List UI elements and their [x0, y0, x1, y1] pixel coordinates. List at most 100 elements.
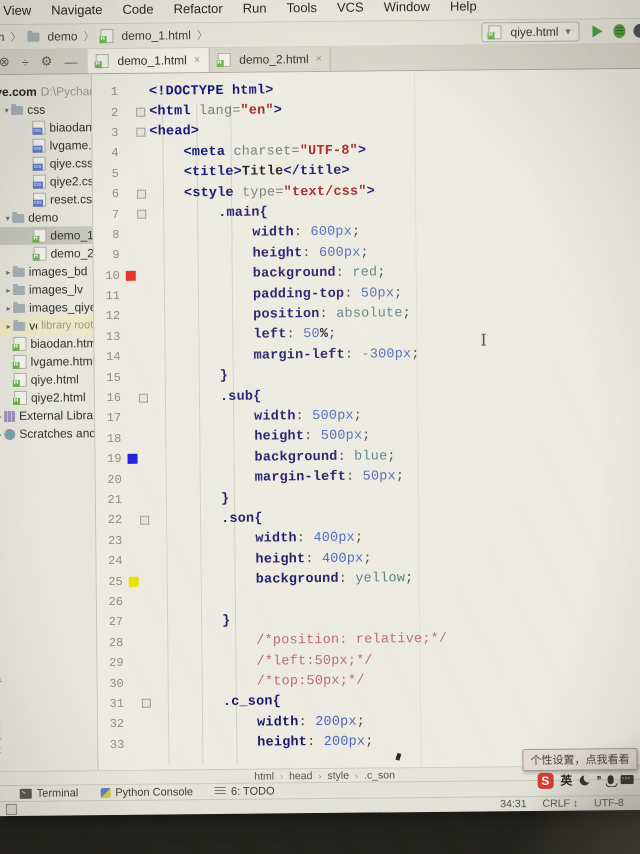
moon-icon[interactable]: [579, 774, 590, 786]
tree-item-demo-2-html[interactable]: demo_2.html: [0, 244, 93, 263]
tree-expand-arrow[interactable]: ▸: [4, 321, 13, 330]
fold-marker-cell[interactable]: [136, 128, 149, 138]
color-preview-swatch[interactable]: [126, 453, 138, 465]
folder-icon: [27, 32, 40, 42]
tab-close-icon[interactable]: ×: [194, 54, 201, 66]
tree-item-external-libraries[interactable]: ▸External Libraries: [0, 406, 94, 425]
tab-close-icon[interactable]: ×: [316, 52, 323, 64]
token-plain: ;: [360, 245, 369, 261]
token-tag: >: [273, 103, 283, 119]
code-editor[interactable]: 1 <!DOCTYPE html> 2 <html lang="en"> 3 <head>…: [91, 68, 640, 771]
menu-item-window[interactable]: Window: [375, 0, 439, 17]
menu-item-code[interactable]: Code: [113, 0, 162, 20]
punctuation-icon[interactable]: ’’: [596, 773, 600, 787]
menu-item-navigate[interactable]: Navigate: [42, 0, 112, 21]
microphone-icon[interactable]: [607, 775, 614, 785]
sogou-tooltip[interactable]: 个性设置，点我看看: [522, 747, 638, 772]
fold-marker-cell[interactable]: [137, 209, 150, 219]
menu-item-run[interactable]: Run: [234, 0, 276, 19]
divider-icon[interactable]: ÷: [22, 54, 29, 69]
tree-expand-arrow[interactable]: ▾: [2, 105, 11, 114]
menu-item-view[interactable]: View: [0, 0, 40, 21]
color-swatch-cell[interactable]: [124, 453, 139, 465]
editor-breadcrumb-head[interactable]: head: [289, 770, 312, 782]
line-number: 25: [108, 574, 123, 589]
tool-window-6-todo[interactable]: 6: TODO: [214, 785, 275, 798]
tree-item-scratches-and-consol[interactable]: ▸Scratches and Consol: [0, 424, 94, 443]
fold-marker-icon[interactable]: [136, 128, 146, 138]
tool-window-structure[interactable]: 7: Structure: [0, 697, 3, 755]
tree-item-reset-css[interactable]: reset.css: [0, 190, 92, 209]
breadcrumb-item-demo-1-html[interactable]: demo_1.html: [98, 27, 193, 44]
tree-item-qiye-html[interactable]: qiye.html: [0, 370, 94, 389]
tool-window-python-console[interactable]: Python Console: [100, 786, 193, 799]
editor-breadcrumb-style[interactable]: style: [327, 769, 349, 781]
tree-item-qiye-css[interactable]: qiye.css: [0, 154, 92, 173]
fold-marker-icon[interactable]: [141, 699, 151, 709]
fold-marker-cell[interactable]: [136, 107, 149, 117]
file-encoding[interactable]: UTF-8: [594, 797, 624, 809]
token-kw: yellow: [355, 571, 406, 587]
fold-marker-icon[interactable]: [140, 515, 150, 525]
menu-item-tools[interactable]: Tools: [277, 0, 326, 18]
tree-item-venv[interactable]: ▸ venv library root: [0, 316, 94, 336]
hide-panel-icon[interactable]: —: [64, 54, 77, 69]
gear-icon[interactable]: ⚙: [41, 54, 53, 70]
sogou-logo-icon[interactable]: S: [537, 772, 554, 789]
color-swatch-cell[interactable]: [126, 576, 141, 587]
color-preview-swatch[interactable]: [125, 270, 136, 281]
code-text: <html lang="en">: [149, 103, 282, 119]
line-separator[interactable]: CRLF ↕: [542, 798, 578, 810]
tree-item-images-qiye[interactable]: ▸ images_qiye: [0, 298, 94, 317]
run-configuration-select[interactable]: qiye.html ▼: [481, 21, 580, 43]
menu-item-help[interactable]: Help: [441, 0, 486, 17]
fold-marker-cell[interactable]: [138, 393, 152, 403]
menu-item-refactor[interactable]: Refactor: [164, 0, 231, 19]
settings-target-icon[interactable]: ⊗: [0, 54, 10, 70]
run-button[interactable]: [592, 25, 603, 38]
tree-item-lvgame-css[interactable]: lvgame.css: [0, 136, 92, 155]
token-plain: :: [293, 225, 311, 241]
breadcrumb-item-demo[interactable]: demo: [25, 28, 79, 45]
breadcrumb-item-m[interactable]: m: [0, 29, 7, 45]
tree-item-images-bd[interactable]: ▸ images_bd: [0, 262, 93, 281]
language-mode-badge[interactable]: 英: [560, 772, 572, 789]
fold-marker-icon[interactable]: [138, 393, 148, 403]
tree-item-qiye2-css[interactable]: qiye2.css: [0, 172, 92, 191]
fold-marker-cell[interactable]: [136, 189, 150, 199]
tree-expand-arrow[interactable]: ▸: [4, 267, 13, 276]
debug-button[interactable]: [613, 24, 626, 39]
tree-item-qiye2-html[interactable]: qiye2.html: [0, 388, 94, 407]
tree-item-css[interactable]: ▾ css: [0, 100, 91, 119]
tab-demo-1-html[interactable]: demo_1.html ×: [87, 48, 210, 74]
tree-item-images-lv[interactable]: ▸ images_lv: [0, 280, 93, 299]
token-prop: left: [253, 327, 287, 344]
tree-item-lvgame-html[interactable]: lvgame.html: [0, 352, 94, 371]
tool-window-switcher-icon[interactable]: [5, 803, 17, 815]
editor-breadcrumb-c-son[interactable]: .c_son: [364, 769, 395, 781]
tree-item-demo-1-html[interactable]: demo_1.html: [0, 226, 93, 246]
tree-expand-arrow[interactable]: ▸: [4, 303, 13, 312]
tree-expand-arrow[interactable]: ▸: [4, 285, 13, 294]
tree-item-demo[interactable]: ▾ demo: [0, 208, 92, 227]
tree-item-biaodan-html[interactable]: biaodan.html: [0, 334, 94, 353]
tab-demo-2-html[interactable]: demo_2.html ×: [209, 46, 332, 73]
fold-marker-icon[interactable]: [136, 107, 146, 117]
fold-marker-cell[interactable]: [140, 515, 153, 525]
project-root-row[interactable]: iye.com D:\Pycharm: [0, 82, 99, 101]
editor-breadcrumb-html[interactable]: html: [254, 770, 274, 782]
tree-item-biaodan-css[interactable]: biaodan.css: [0, 118, 91, 137]
tool-window-terminal[interactable]: Terminal: [19, 787, 79, 800]
code-text: background: yellow;: [154, 571, 414, 588]
menu-item-vcs[interactable]: VCS: [328, 0, 373, 18]
color-preview-swatch[interactable]: [128, 576, 139, 587]
fold-marker-icon[interactable]: [137, 209, 147, 219]
fold-marker-cell[interactable]: [141, 699, 155, 709]
color-swatch-cell[interactable]: [123, 270, 138, 281]
caret-position[interactable]: 34:31: [500, 798, 526, 810]
tree-expand-arrow[interactable]: ▾: [3, 213, 12, 222]
fold-marker-icon[interactable]: [136, 189, 147, 199]
line-number: 23: [107, 533, 123, 548]
keyboard-icon[interactable]: [620, 775, 634, 785]
coverage-button-partial[interactable]: [633, 23, 640, 38]
